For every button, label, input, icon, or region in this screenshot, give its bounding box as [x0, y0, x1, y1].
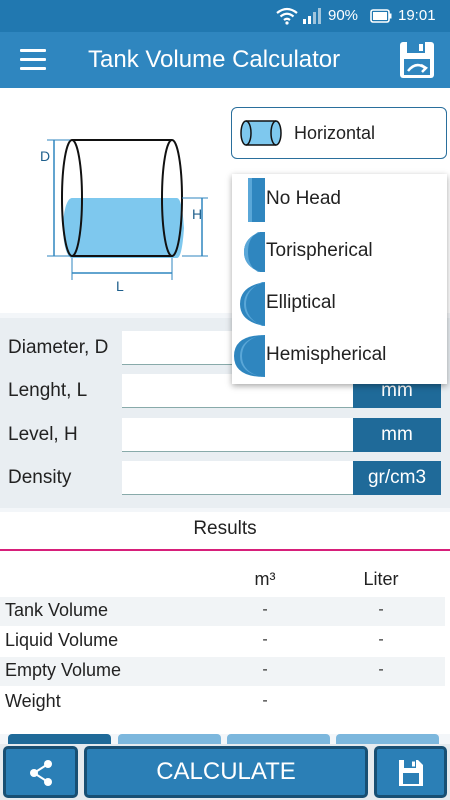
result-row-tank-volume: Tank Volume - -	[0, 597, 445, 626]
save-load-icon[interactable]	[399, 41, 435, 79]
orientation-selected: Horizontal	[294, 123, 376, 143]
no-head-icon	[248, 178, 265, 222]
tab-3[interactable]	[227, 734, 330, 744]
tank-diagram: D H L	[40, 139, 208, 294]
head-option-elliptical[interactable]: Elliptical	[232, 278, 447, 330]
result-row-liquid-volume: Liquid Volume - -	[0, 627, 445, 656]
head-option-torispherical[interactable]: Torispherical	[232, 226, 447, 278]
app-bar: Tank Volume Calculator	[0, 32, 450, 88]
wifi-icon	[276, 7, 298, 25]
result-m3: -	[262, 601, 268, 618]
save-button[interactable]	[374, 746, 447, 798]
status-bar: 90% 19:01	[0, 0, 450, 32]
head-option-label: Elliptical	[266, 292, 336, 313]
result-row-empty-volume: Empty Volume - -	[0, 657, 445, 686]
result-label: Weight	[5, 691, 61, 711]
save-icon	[399, 760, 423, 786]
tab-2[interactable]	[118, 734, 221, 744]
head-option-label: No Head	[266, 188, 341, 209]
label-l: L	[116, 278, 124, 294]
page-title: Tank Volume Calculator	[88, 46, 341, 73]
share-button[interactable]	[3, 746, 78, 798]
column-header-m3: m³	[254, 569, 276, 589]
density-label: Density	[8, 467, 72, 488]
input-row-density: Density gr/cm3	[0, 461, 450, 495]
result-m3: -	[262, 692, 268, 709]
results-divider	[0, 549, 450, 551]
level-input[interactable]	[122, 418, 353, 452]
tab-1[interactable]	[8, 734, 111, 744]
clock: 19:01	[398, 7, 436, 24]
result-label: Liquid Volume	[5, 630, 119, 650]
density-unit-button[interactable]: gr/cm3	[353, 461, 441, 495]
head-option-no-head[interactable]: No Head	[232, 174, 447, 226]
orientation-select[interactable]: Horizontal	[231, 107, 447, 159]
tab-4[interactable]	[336, 734, 439, 744]
result-m3: -	[262, 661, 268, 678]
menu-icon[interactable]	[20, 49, 46, 71]
head-option-label: Hemispherical	[266, 344, 387, 365]
head-type-dropdown: No Head Torispherical Elliptical Hemisph…	[232, 174, 447, 384]
signal-icon	[303, 8, 321, 24]
elliptical-head-icon	[240, 282, 265, 326]
column-header-liter: Liter	[363, 569, 399, 589]
density-input[interactable]	[122, 461, 353, 495]
level-unit-button[interactable]: mm	[353, 418, 441, 452]
result-liter: -	[378, 601, 384, 618]
hemispherical-head-icon	[234, 335, 265, 377]
input-row-level: Level, H mm	[0, 418, 450, 452]
result-label: Tank Volume	[5, 600, 109, 620]
results-title: Results	[193, 518, 257, 539]
bottom-bar: CALCULATE	[0, 744, 450, 800]
label-h: H	[192, 206, 202, 222]
tab-strip	[0, 734, 450, 744]
result-m3: -	[262, 631, 268, 648]
diameter-label: Diameter, D	[8, 337, 109, 358]
level-label: Level, H	[8, 424, 78, 445]
result-liter: -	[378, 631, 384, 648]
result-liter: -	[378, 661, 384, 678]
calculate-button[interactable]: CALCULATE	[84, 746, 368, 798]
results-section: Results m³ Liter Tank Volume - - Liquid …	[0, 512, 450, 734]
label-d: D	[40, 148, 50, 164]
torispherical-head-icon	[244, 232, 265, 272]
head-option-hemispherical[interactable]: Hemispherical	[232, 330, 447, 382]
share-icon	[30, 760, 52, 786]
horizontal-cylinder-icon	[240, 120, 282, 146]
battery-percent: 90%	[328, 7, 359, 24]
length-label: Lenght, L	[8, 380, 88, 401]
result-row-weight: Weight -	[0, 688, 445, 717]
head-option-label: Torispherical	[266, 240, 373, 261]
result-label: Empty Volume	[5, 660, 122, 680]
battery-icon	[370, 9, 392, 23]
